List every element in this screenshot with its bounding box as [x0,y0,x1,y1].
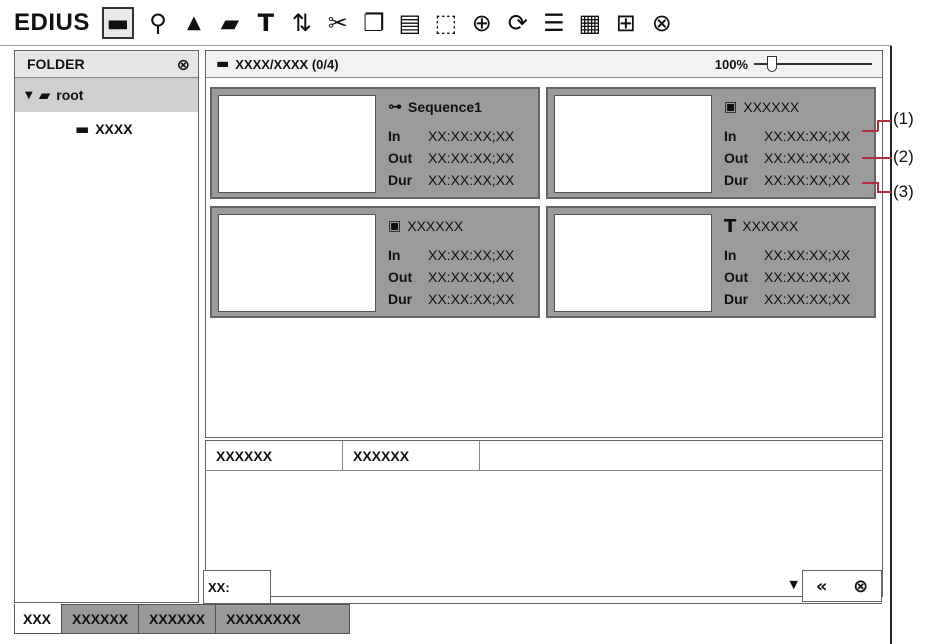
tree-item-child[interactable]: ▬ XXXX [15,112,198,146]
tools-icon[interactable]: ⊞ [608,5,644,41]
out-label: Out [388,269,413,285]
collapse-icon[interactable]: « [816,576,828,597]
out-label: Out [388,150,413,166]
dropdown-arrow-icon[interactable]: ▼ [790,578,798,591]
replace-icon[interactable]: ⇅ [284,5,320,41]
tree-item-label: root [56,87,84,103]
dur-label: Dur [388,291,413,307]
add-clip-icon[interactable]: ⊕ [464,5,500,41]
tab-bar: XXX XXXXXX XXXXXX XXXXXXXX [14,604,351,634]
folder-icon: ▬ [216,56,230,72]
callout-3: (3) [893,182,914,201]
callout-leader [862,157,892,159]
dur-label: Dur [724,291,749,307]
tab-3[interactable]: XXXXXX [139,604,217,634]
out-value: XX:XX:XX;XX [428,150,515,166]
folder-icon: ▬ [75,120,90,138]
list-view-icon[interactable]: ☰ [536,5,572,41]
tab-2[interactable]: XXXXXX [62,604,140,634]
copy-icon[interactable]: ❐ [356,5,392,41]
bottom-bar: XX: ▼ « ⊗ [200,570,890,604]
dur-label: Dur [388,172,413,188]
add-to-timeline-icon[interactable]: ⬚ [428,5,464,41]
folder-panel: FOLDER ⊗ ▼ ▰ root ▬ XXXX [14,50,199,603]
up-icon[interactable]: ▲ [176,5,212,41]
out-label: Out [724,150,749,166]
video-clip-icon: ▣ [388,218,402,234]
clip-title: XXXXXX [743,99,800,115]
folder-panel-header: FOLDER ⊗ [15,51,198,78]
zoom-label: 100% [714,56,748,72]
out-value: XX:XX:XX;XX [764,269,851,285]
nav-buttons: « ⊗ [802,570,882,602]
column-header[interactable]: XXXXXX [206,441,343,470]
toolbar: EDIUS ▬ ⚲ ▲ ▰ T ⇅ ✂ ❐ ▤ ⬚ ⊕ ⟳ ☰ ▦ ⊞ ⊗ [0,0,892,46]
in-value: XX:XX:XX;XX [428,128,515,144]
zoom-slider-thumb[interactable] [767,56,777,72]
clip-title: XXXXXX [742,218,799,234]
expand-arrow-icon[interactable]: ▼ [25,90,33,101]
dur-value: XX:XX:XX;XX [428,172,515,188]
clip-thumbnail [218,95,376,193]
close-icon[interactable]: ⊗ [177,55,190,74]
out-label: Out [724,269,749,285]
close-icon[interactable]: ⊗ [644,5,680,41]
clip-thumbnail [218,214,376,312]
clip-thumbnail [554,95,712,193]
clip-card[interactable]: ▣ XXXXXX In XX:XX:XX;XX Out XX:XX:XX;XX Dur… [210,206,540,318]
in-value: XX:XX:XX;XX [428,247,515,263]
new-sequence-icon[interactable]: T [248,5,284,41]
app-brand: EDIUS [14,8,90,36]
in-label: In [724,128,737,144]
dur-label: Dur [724,172,749,188]
callout-1: (1) [893,109,914,128]
search-icon[interactable]: ⚲ [140,5,176,41]
folder-panel-title: FOLDER [27,56,85,72]
close-icon[interactable]: ⊗ [853,576,868,597]
open-folder-icon[interactable]: ▰ [212,5,248,41]
clip-card[interactable]: ▣ XXXXXX In XX:XX:XX;XX Out XX:XX:XX;XX Dur… [546,87,876,199]
dur-value: XX:XX:XX;XX [764,172,851,188]
column-header[interactable]: XXXXXX [343,441,480,470]
zoom-control: 100% [715,56,872,72]
dur-value: XX:XX:XX;XX [428,291,515,307]
callout-leader [877,191,891,193]
callout-2: (2) [893,147,914,166]
refresh-icon[interactable]: ⟳ [500,5,536,41]
field-label: XX: [203,570,271,604]
out-value: XX:XX:XX;XX [764,150,851,166]
dur-value: XX:XX:XX;XX [764,291,851,307]
paste-icon[interactable]: ▤ [392,5,428,41]
tab-4[interactable]: XXXXXXXX [216,604,351,634]
bin-path: XXXX/XXXX (0/4) [235,56,339,72]
in-label: In [388,247,401,263]
folder-icon: ▰ [38,86,51,104]
view-mode-icon[interactable]: ▦ [572,5,608,41]
folder-view-icon[interactable]: ▬ [101,6,134,39]
clip-thumbnail [554,214,712,312]
in-label: In [724,247,737,263]
clip-card[interactable]: T XXXXXX In XX:XX:XX;XX Out XX:XX:XX;XX Dur… [546,206,876,318]
tab-1[interactable]: XXX [14,604,63,634]
zoom-slider[interactable] [754,56,872,72]
sequence-icon: ⊶ [388,99,402,115]
title-clip-icon: T [724,215,737,237]
clip-view: ▬ XXXX/XXXX (0/4) 100% ⊶ Sequence1 In XX:X… [205,50,883,438]
tree-item-root[interactable]: ▼ ▰ root [15,78,198,112]
callout-leader [877,120,891,122]
cut-icon[interactable]: ✂ [320,5,356,41]
video-clip-icon: ▣ [724,99,738,115]
callout-leader [862,182,878,184]
clip-title: XXXXXX [407,218,464,234]
tree-item-label: XXXX [95,121,133,137]
in-value: XX:XX:XX;XX [764,128,851,144]
callout-leader [862,130,878,132]
clip-card[interactable]: ⊶ Sequence1 In XX:XX:XX;XX Out XX:XX:XX;XX … [210,87,540,199]
clip-title: Sequence1 [408,99,482,115]
out-value: XX:XX:XX;XX [428,269,515,285]
bin-window: EDIUS ▬ ⚲ ▲ ▰ T ⇅ ✂ ❐ ▤ ⬚ ⊕ ⟳ ☰ ▦ ⊞ ⊗ FO… [0,0,892,644]
in-label: In [388,128,401,144]
bin-header: ▬ XXXX/XXXX (0/4) 100% [206,51,882,78]
in-value: XX:XX:XX;XX [764,247,851,263]
